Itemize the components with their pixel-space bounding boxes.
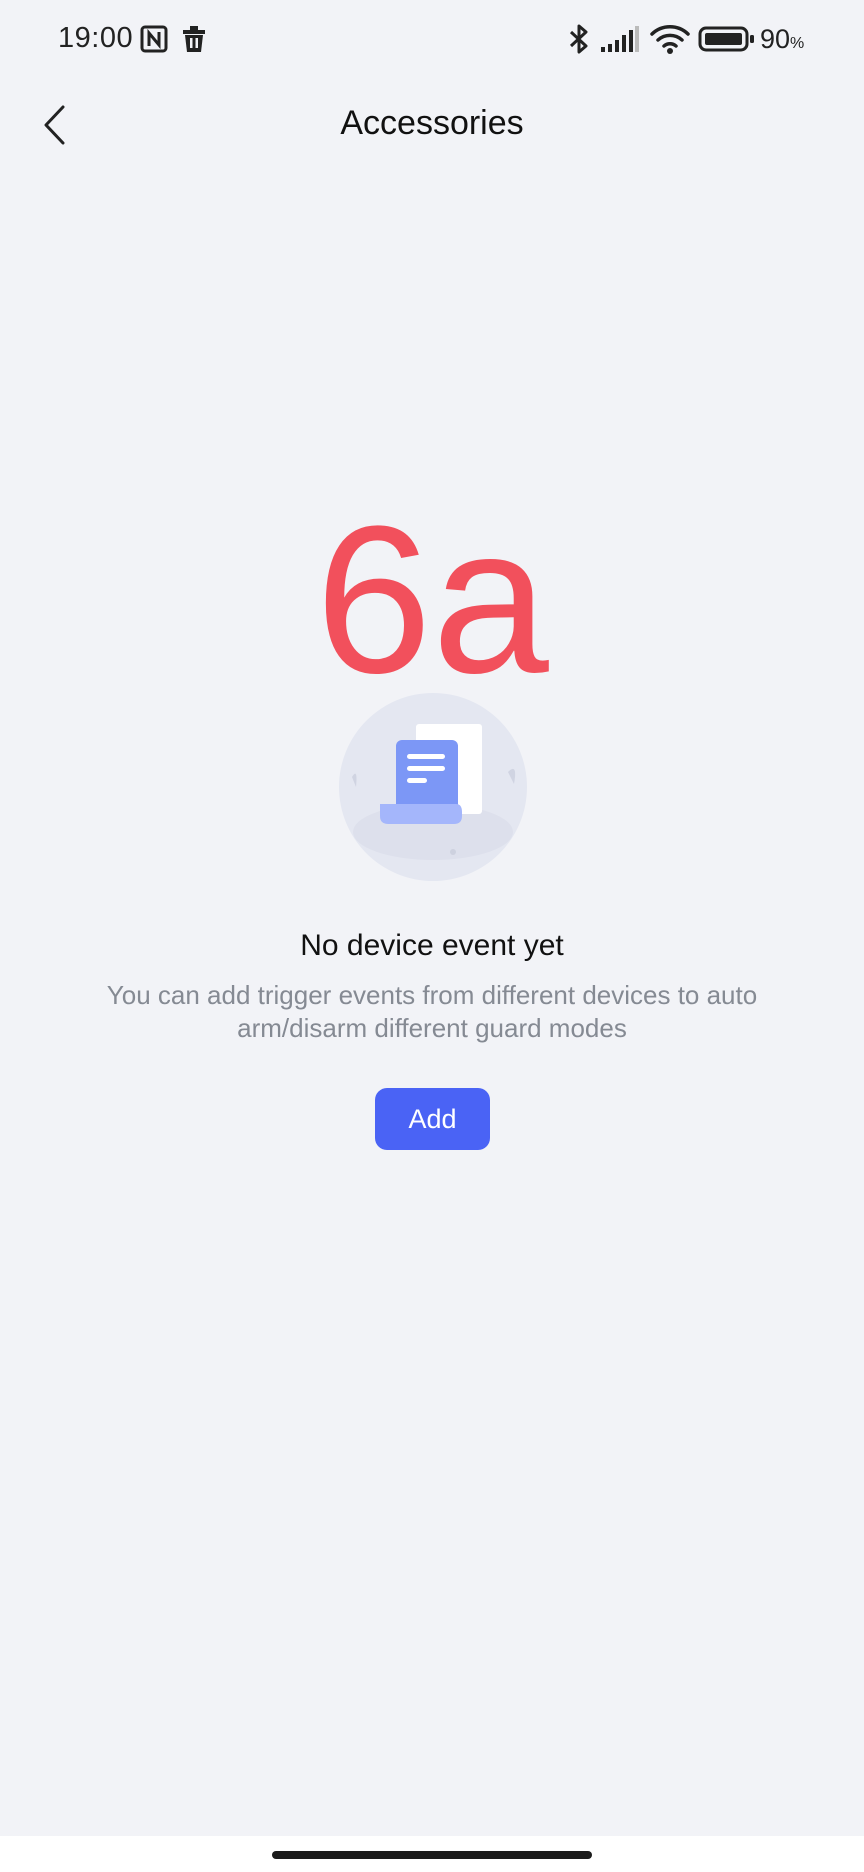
bluetooth-icon bbox=[566, 22, 592, 56]
empty-state-description: You can add trigger events from differen… bbox=[106, 980, 758, 1043]
empty-state-title: No device event yet bbox=[300, 929, 564, 962]
home-indicator[interactable] bbox=[272, 1851, 592, 1859]
trash-icon bbox=[181, 24, 207, 54]
battery-icon bbox=[698, 24, 756, 54]
document-scroll-icon bbox=[338, 692, 528, 882]
header-bar: Accessories bbox=[0, 90, 864, 160]
overlay-text: 6a bbox=[315, 482, 549, 717]
add-button[interactable]: Add bbox=[375, 1088, 490, 1150]
signal-icon bbox=[600, 24, 640, 54]
page-title: Accessories bbox=[340, 104, 524, 142]
wifi-icon bbox=[650, 22, 690, 56]
nfc-icon bbox=[139, 24, 169, 54]
status-time: 19:00 bbox=[58, 22, 134, 54]
status-bar: 19:00 90% bbox=[0, 0, 864, 80]
battery-percent: 90% bbox=[760, 24, 805, 54]
